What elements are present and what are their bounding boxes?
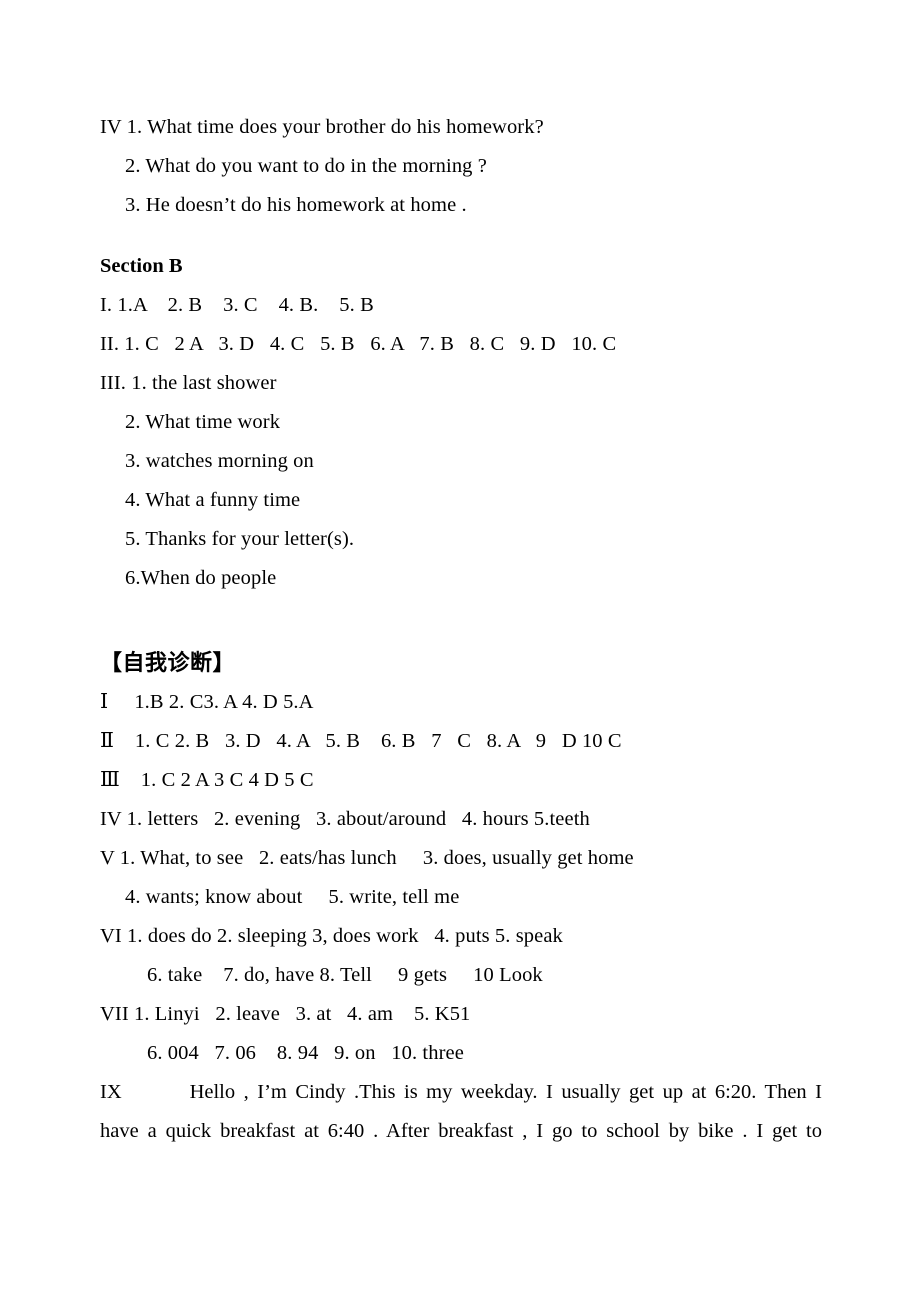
diagnosis-row-ix-line-1: IX Hello , I’m Cindy .This is my weekday… bbox=[100, 1081, 822, 1103]
diagnosis-row-v: V 1. What, to see 2. eats/has lunch 3. d… bbox=[100, 847, 634, 869]
self-diagnosis-heading: 【自我诊断】 bbox=[100, 651, 236, 676]
answer-line-iv-2: 2. What do you want to do in the morning… bbox=[125, 155, 487, 177]
diagnosis-row-i: Ⅰ 1.B 2. C3. A 4. D 5.A bbox=[100, 691, 314, 713]
section-b-group-iii-item-3: 3. watches morning on bbox=[125, 450, 314, 472]
spacer-before-section-b bbox=[100, 225, 822, 247]
diagnosis-row-ii: Ⅱ 1. C 2. B 3. D 4. A 5. B 6. B 7 C 8. A… bbox=[100, 730, 622, 752]
section-b-group-i: I. 1.A 2. B 3. C 4. B. 5. B bbox=[100, 294, 374, 316]
diagnosis-row-vii: VII 1. Linyi 2. leave 3. at 4. am 5. K51 bbox=[100, 1003, 471, 1025]
section-b-group-iii-item-1: III. 1. the last shower bbox=[100, 372, 277, 394]
diagnosis-row-ix-line-2: have a quick breakfast at 6:40 . After b… bbox=[100, 1120, 822, 1142]
section-b-heading: Section B bbox=[100, 255, 183, 277]
section-b-group-iii-item-2: 2. What time work bbox=[125, 411, 281, 433]
diagnosis-row-vii-continued: 6. 004 7. 06 8. 94 9. on 10. three bbox=[147, 1042, 464, 1064]
spacer-before-self-diagnosis bbox=[100, 598, 822, 644]
diagnosis-row-iii: Ⅲ 1. C 2 A 3 C 4 D 5 C bbox=[100, 769, 314, 791]
document-body: IV 1. What time does your brother do his… bbox=[100, 108, 822, 1151]
section-b-group-iii-item-5: 5. Thanks for your letter(s). bbox=[125, 528, 355, 550]
diagnosis-row-vi: VI 1. does do 2. sleeping 3, does work 4… bbox=[100, 925, 563, 947]
section-b-group-iii-item-6: 6.When do people bbox=[125, 567, 277, 589]
section-b-group-ii: II. 1. C 2 A 3. D 4. C 5. B 6. A 7. B 8.… bbox=[100, 333, 617, 355]
diagnosis-row-iv: IV 1. letters 2. evening 3. about/around… bbox=[100, 808, 590, 830]
diagnosis-row-vi-continued: 6. take 7. do, have 8. Tell 9 gets 10 Lo… bbox=[147, 964, 543, 986]
document-page: IV 1. What time does your brother do his… bbox=[0, 0, 920, 1300]
section-b-group-iii-item-4: 4. What a funny time bbox=[125, 489, 301, 511]
answer-line-iv-3: 3. He doesn’t do his homework at home . bbox=[125, 194, 467, 216]
answer-line-iv-1: IV 1. What time does your brother do his… bbox=[100, 116, 544, 138]
diagnosis-row-v-continued: 4. wants; know about 5. write, tell me bbox=[125, 886, 460, 908]
